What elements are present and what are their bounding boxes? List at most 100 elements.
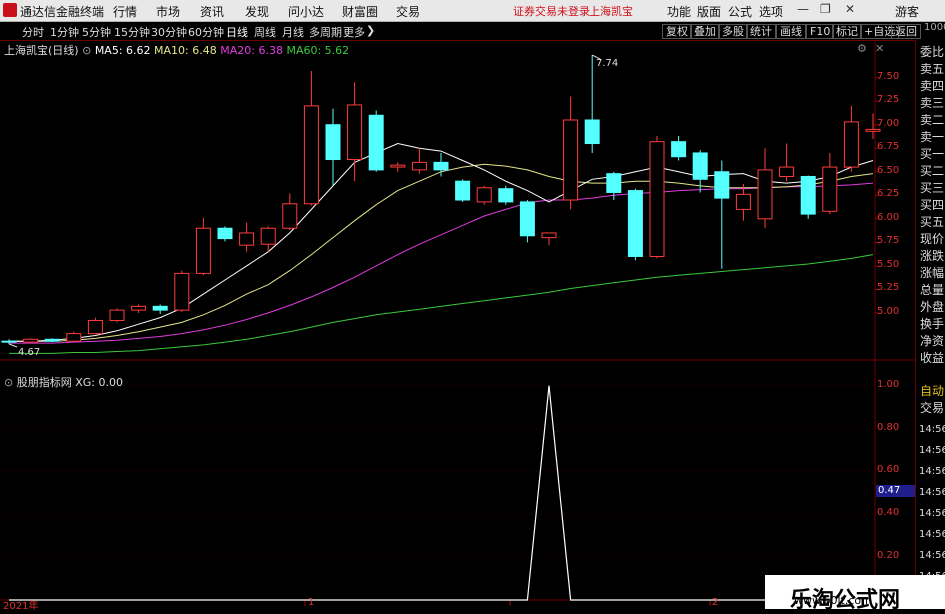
candle-body [217, 227, 233, 240]
kline-chart[interactable] [0, 40, 915, 609]
period-multi[interactable]: 多周期 [309, 24, 342, 40]
indicator-tick-label: 0.40 [877, 507, 900, 519]
mark-button[interactable]: 标记 [832, 24, 862, 39]
quote-field-label: 总量 [920, 283, 945, 297]
candle [455, 179, 471, 202]
app-name: 通达信金融终端 [20, 5, 105, 19]
period-daily[interactable]: 日线 [226, 24, 248, 40]
watermark-url: www.60lt.com [794, 594, 872, 607]
period-monthly[interactable]: 月线 [282, 24, 304, 40]
menu-item-wealth[interactable]: 财富圈 [342, 3, 378, 20]
period-weekly[interactable]: 周线 [254, 24, 276, 40]
circle-down-icon[interactable]: ⊙ [82, 44, 91, 57]
candle-body [260, 227, 276, 245]
price-tick-label: 6.75 [877, 141, 900, 153]
back-button[interactable]: 返回 [891, 24, 921, 39]
close-icon[interactable]: ✕ [845, 2, 855, 16]
menu-item-news[interactable]: 资讯 [200, 3, 224, 20]
multi-stock-button[interactable]: 多股 [718, 24, 748, 39]
period-intraday[interactable]: 分时 [22, 24, 44, 40]
menu-item-discover[interactable]: 发现 [245, 3, 269, 20]
restore-icon[interactable]: ❐ [820, 2, 831, 16]
quote-field-label: 买二 [920, 164, 945, 178]
quote-field-label: 换手 [920, 317, 945, 331]
trade-time: 14:56 [919, 445, 945, 456]
candle-body [23, 338, 39, 343]
trade-login-notice[interactable]: 证券交易未登录 [513, 3, 590, 19]
price-tick-label: 5.50 [877, 258, 900, 270]
candle-body [865, 128, 881, 132]
menu-item-trade[interactable]: 交易 [396, 3, 420, 20]
candle-body [368, 114, 384, 171]
ma5-label: MA5: 6.62 [94, 44, 151, 57]
candle [131, 304, 147, 313]
candle-body [44, 338, 60, 342]
menu-item-functions[interactable]: 功能 [667, 3, 691, 20]
draw-line-button[interactable]: 画线 [776, 24, 806, 39]
trade-tab[interactable]: 交易 [920, 400, 944, 416]
candle [757, 148, 773, 229]
menu-item-ask[interactable]: 问小达 [288, 3, 324, 20]
quote-field-label: 卖二 [920, 113, 945, 127]
candle [282, 193, 298, 231]
guest-label[interactable]: 游客 [895, 3, 919, 20]
candle-body [541, 232, 557, 239]
menu-item-options[interactable]: 选项 [759, 3, 783, 20]
quote-field-label: 收益 [920, 351, 945, 365]
settings-icon[interactable]: ⚙ [857, 42, 867, 55]
x-label-year: 2021年 [3, 601, 39, 612]
candle-body [476, 187, 492, 203]
trade-time: 14:56 [919, 508, 945, 519]
period-60min[interactable]: 60分钟 [188, 24, 224, 40]
x-label-month-1: 1 [308, 597, 315, 608]
ma10-label: MA10: 6.48 [154, 44, 217, 57]
candle [627, 188, 643, 261]
candle-body [390, 164, 406, 168]
candle [325, 108, 341, 186]
candle [217, 226, 233, 242]
overlay-button[interactable]: 叠加 [690, 24, 720, 39]
menu-item-quotes[interactable]: 行情 [113, 3, 137, 20]
trade-time: 14:56 [919, 487, 945, 498]
price-tick-label: 7.50 [877, 70, 900, 82]
chevron-right-icon[interactable]: ❯ [366, 24, 375, 37]
period-30min[interactable]: 30分钟 [151, 24, 187, 40]
auto-trade-tab[interactable]: 自动 [920, 383, 944, 399]
stock-title: 上海凯宝(日线) [4, 44, 79, 57]
candle [195, 217, 211, 276]
indicator-tick-label: 1.00 [877, 378, 900, 390]
restore-rights-button[interactable]: 复权 [662, 24, 692, 39]
close-chart-icon[interactable]: ✕ [875, 42, 884, 55]
price-tick-label: 7.25 [877, 94, 900, 106]
candle [303, 71, 319, 206]
candle-body [519, 201, 535, 237]
candle [822, 152, 838, 215]
candle [109, 308, 125, 323]
indicator-current-value: 0.47 [876, 485, 916, 497]
period-more[interactable]: 更多 [343, 24, 365, 40]
minimize-icon[interactable]: — [797, 2, 809, 16]
candle-body [584, 119, 600, 145]
menu-item-market[interactable]: 市场 [156, 3, 180, 20]
candle [498, 185, 514, 205]
candle-body [325, 124, 341, 161]
period-15min[interactable]: 15分钟 [114, 24, 150, 40]
candle-body [303, 105, 319, 205]
statistics-button[interactable]: 统计 [746, 24, 776, 39]
price-tick-label: 6.00 [877, 211, 900, 223]
quote-field-label: 买一 [920, 147, 945, 161]
candle [800, 175, 816, 219]
candle [433, 152, 449, 177]
quote-field-label: 外盘 [920, 300, 945, 314]
candle [735, 184, 751, 221]
f10-button[interactable]: F10 [806, 24, 835, 39]
period-5min[interactable]: 5分钟 [82, 24, 111, 40]
candle [152, 304, 168, 314]
price-tick-label: 5.00 [877, 305, 900, 317]
candle [671, 136, 687, 161]
menu-item-formula[interactable]: 公式 [728, 3, 752, 20]
period-1min[interactable]: 1分钟 [50, 24, 79, 40]
candle [44, 338, 60, 343]
menu-item-layout[interactable]: 版面 [697, 3, 721, 20]
circle-down-icon[interactable]: ⊙ [4, 376, 13, 389]
